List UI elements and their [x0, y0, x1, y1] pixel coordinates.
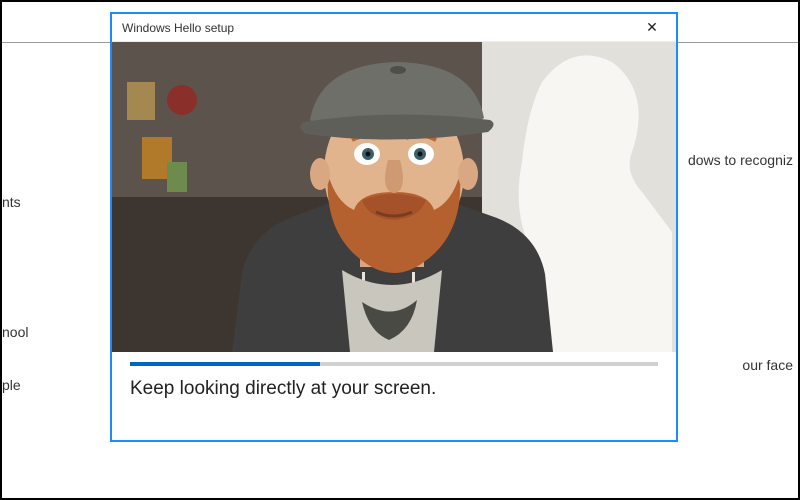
- sidebar-item-fragment: nts: [2, 194, 21, 210]
- close-icon: ✕: [646, 19, 658, 36]
- camera-preview: [112, 42, 676, 352]
- progress-track: [130, 362, 658, 366]
- close-button[interactable]: ✕: [634, 16, 670, 40]
- dialog-title: Windows Hello setup: [122, 21, 234, 35]
- content-text-fragment: dows to recogniz: [688, 152, 793, 168]
- camera-feed-illustration: [112, 42, 676, 352]
- sidebar-item-fragment: ple: [2, 377, 21, 393]
- instruction-text: Keep looking directly at your screen.: [112, 368, 676, 414]
- hello-setup-dialog: Windows Hello setup ✕: [110, 12, 678, 442]
- titlebar: Windows Hello setup ✕: [112, 14, 676, 42]
- progress-fill: [130, 362, 320, 366]
- progress-bar: [112, 352, 676, 368]
- sidebar-item-fragment: nool: [2, 324, 28, 340]
- content-text-fragment: our face: [742, 357, 793, 373]
